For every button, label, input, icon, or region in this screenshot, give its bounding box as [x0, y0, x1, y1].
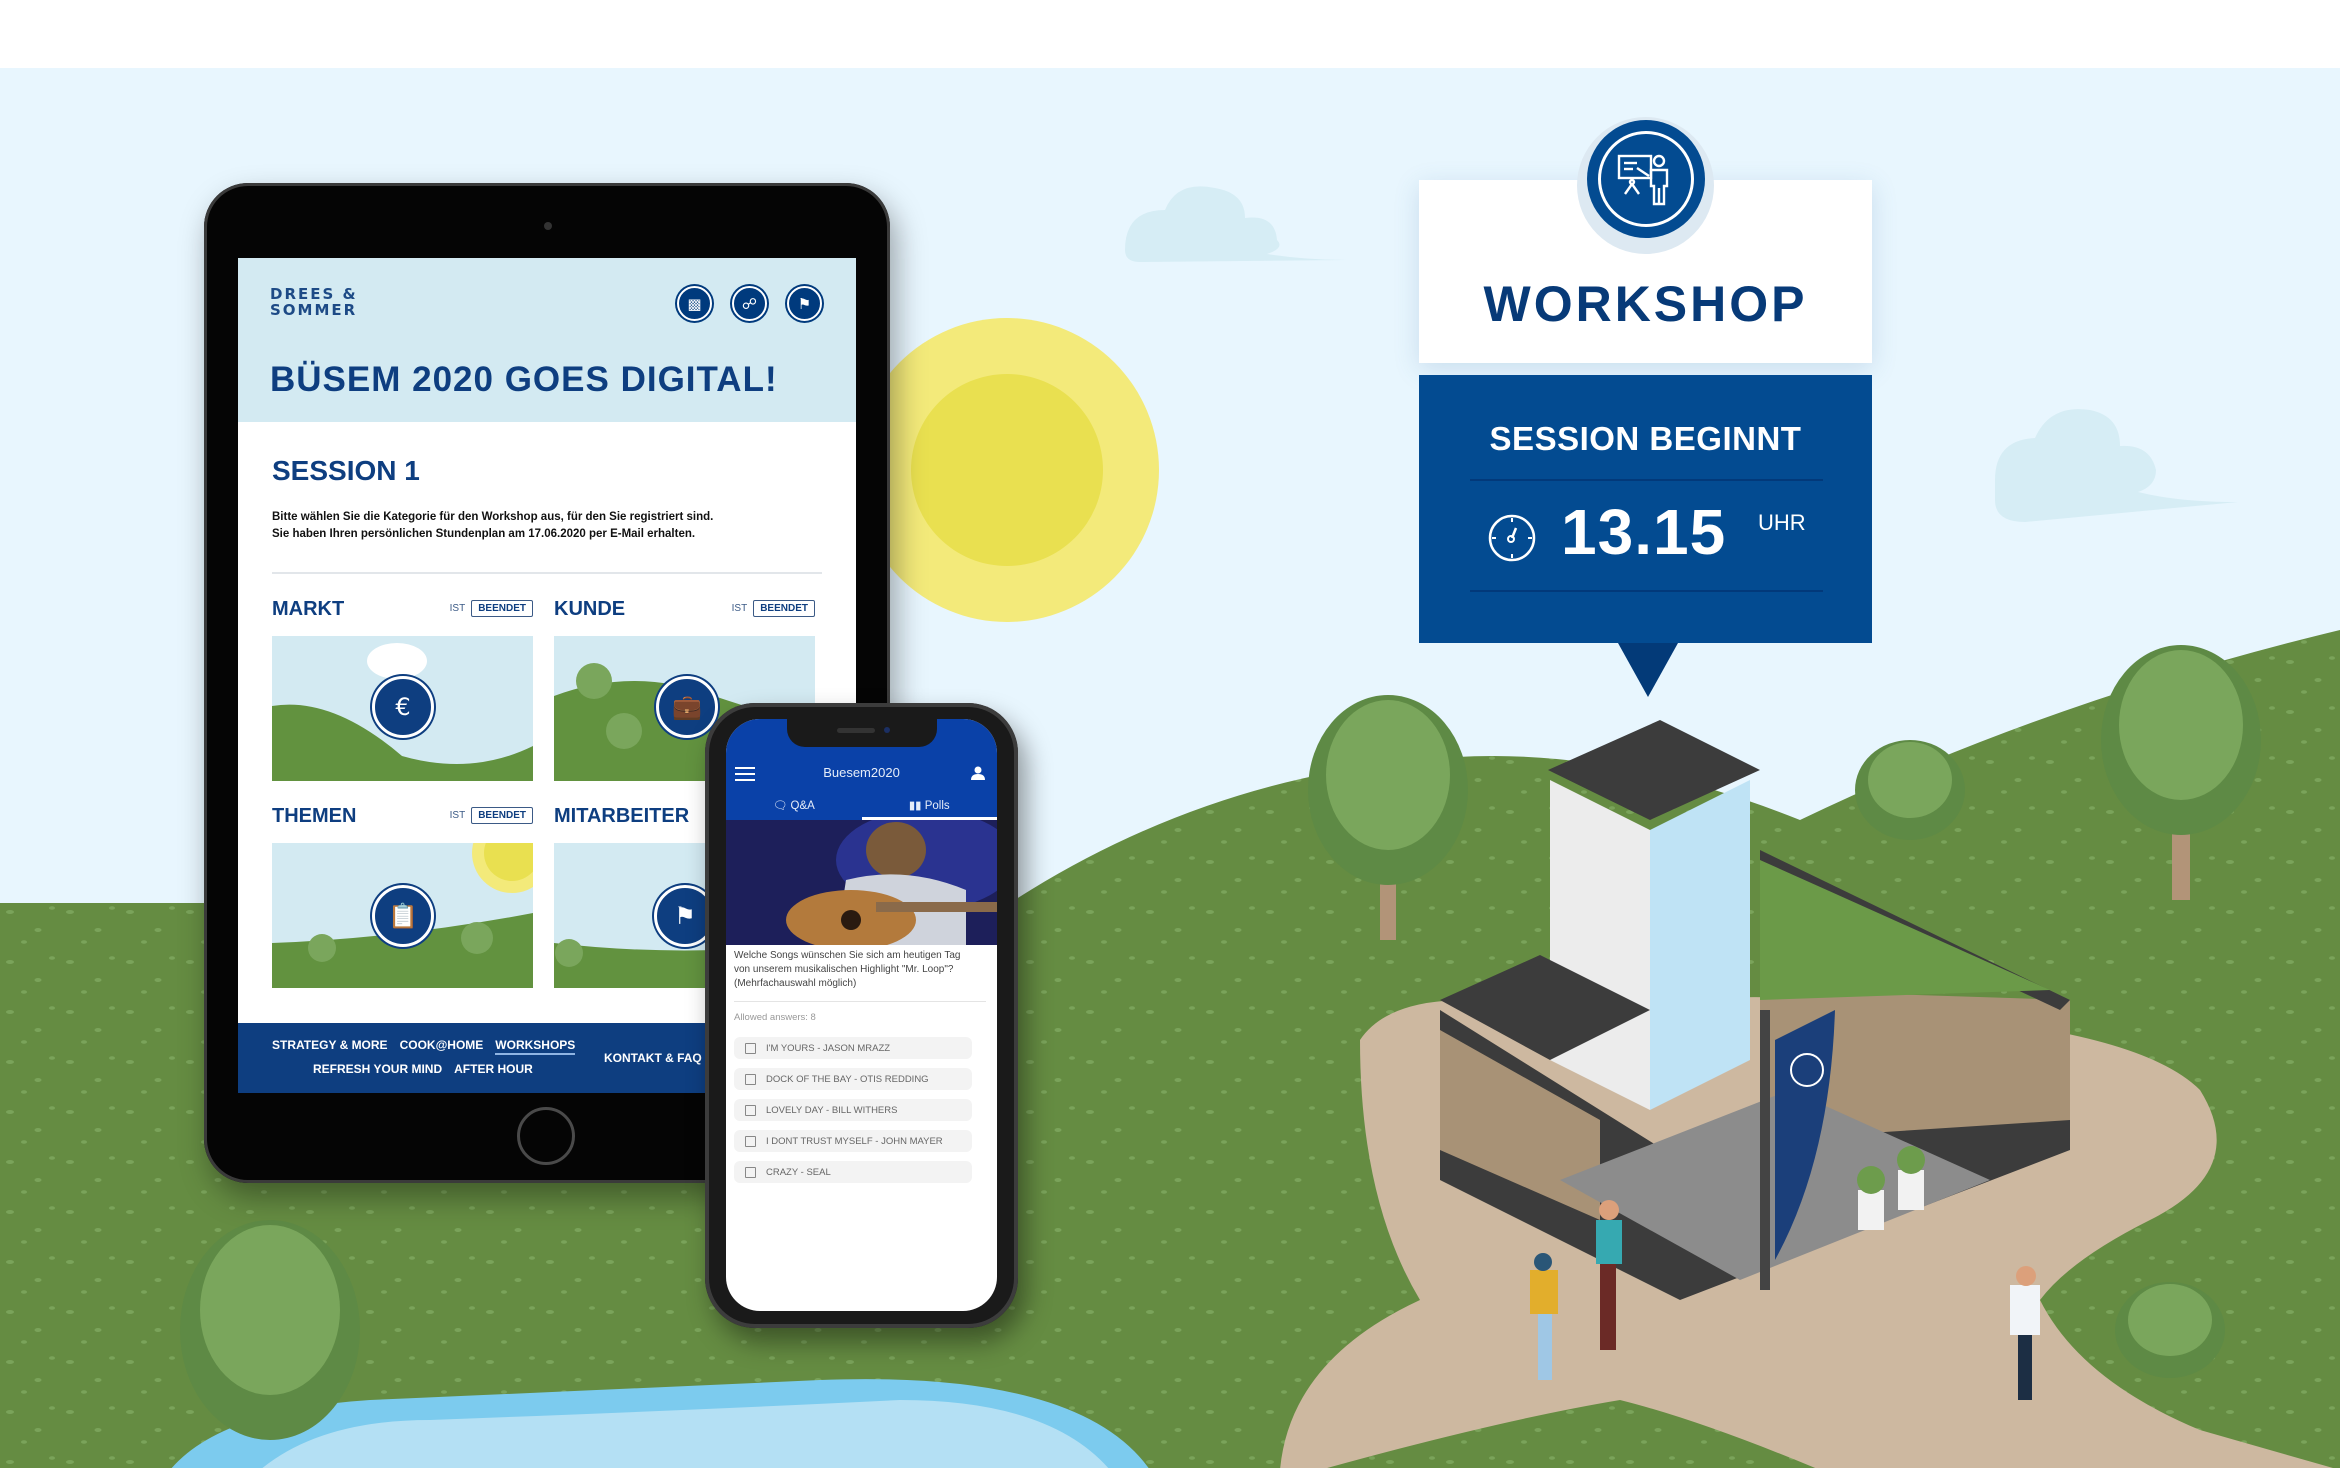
bush-right-mid — [1855, 740, 1965, 840]
tablet-camera — [544, 222, 552, 230]
category-label: MITARBEITER — [554, 805, 690, 827]
session-start-label: SESSION BEGINNT — [1489, 420, 1802, 457]
tab-qa[interactable]: 🗨 Q&A — [726, 793, 862, 820]
nav-cook-at-home[interactable]: COOK@HOME — [400, 1038, 484, 1055]
status-badge: IST BEENDET — [450, 807, 533, 824]
sign-pointer-arrow — [1618, 643, 1678, 697]
header-icon-group: ▩ ☍ ⚑ — [677, 286, 822, 321]
tree-left-bush — [180, 1220, 360, 1440]
cloud-right — [1995, 409, 2238, 522]
poll-option[interactable]: DOCK OF THE BAY - OTIS REDDING — [734, 1068, 972, 1090]
allowed-answers-label: Allowed answers: 8 — [734, 1012, 816, 1023]
customer-briefcase-icon: 💼 — [656, 676, 718, 738]
category-label: THEMEN — [272, 805, 357, 827]
session-start-panel: SESSION BEGINNT 13.15 UHR — [1419, 375, 1872, 643]
sun-inner — [911, 374, 1103, 566]
nav-kontakt-faq[interactable]: KONTAKT & FAQ — [604, 1051, 702, 1065]
page-title: BÜSEM 2020 GOES DIGITAL! — [270, 360, 778, 399]
clock-icon — [1488, 514, 1536, 562]
poll-options: I'M YOURS - JASON MRAZZ DOCK OF THE BAY … — [734, 1037, 972, 1192]
divider — [1470, 479, 1823, 481]
time-unit: UHR — [1758, 510, 1806, 535]
poll-question: Welche Songs wünschen Sie sich am heutig… — [734, 950, 961, 989]
checklist-pen-icon: 📋 — [372, 885, 434, 947]
chat-icon[interactable]: ▩ — [677, 286, 712, 321]
poll-option[interactable]: LOVELY DAY - BILL WITHERS — [734, 1099, 972, 1121]
concert-photo — [726, 820, 997, 945]
bar-chart-icon: ▮▮ — [908, 800, 922, 812]
checkbox[interactable] — [745, 1135, 756, 1147]
bush-right-low — [2115, 1282, 2225, 1378]
checkbox[interactable] — [745, 1073, 756, 1085]
poll-option[interactable]: I DONT TRUST MYSELF - JOHN MAYER — [734, 1130, 972, 1152]
checkbox[interactable] — [745, 1166, 756, 1178]
divider — [1470, 590, 1823, 592]
app-title: Buesem2020 — [823, 765, 900, 780]
category-card-markt[interactable]: MARKT IST BEENDET € — [272, 596, 533, 781]
phone-screen: Buesem2020 🗨 Q&A ▮▮ Polls Welche Songs w… — [726, 719, 997, 1311]
divider — [734, 1001, 986, 1002]
session-description: Bitte wählen Sie die Kategorie für den W… — [272, 511, 714, 540]
category-label: MARKT — [272, 598, 345, 620]
nav-strategy-more[interactable]: STRATEGY & MORE — [272, 1038, 388, 1055]
cloud-left — [1125, 186, 1347, 262]
divider — [272, 572, 822, 574]
app-tabs: 🗨 Q&A ▮▮ Polls — [726, 793, 997, 820]
session-start-time: 13.15 — [1561, 496, 1727, 568]
phone-notch — [787, 719, 937, 747]
checkbox[interactable] — [745, 1042, 756, 1054]
nav-refresh-your-mind[interactable]: REFRESH YOUR MIND — [313, 1062, 442, 1076]
chat-bubbles-icon: 🗨 — [772, 800, 788, 812]
category-card-kunde[interactable]: KUNDE IST BEENDET 💼 — [554, 596, 815, 781]
user-profile-icon[interactable] — [970, 765, 986, 781]
tablet-home-button[interactable] — [517, 1107, 575, 1165]
share-icon[interactable]: ☍ — [732, 286, 767, 321]
poll-option[interactable]: I'M YOURS - JASON MRAZZ — [734, 1037, 972, 1059]
presenter-whiteboard-icon — [1587, 120, 1705, 238]
euro-city-icon: € — [372, 676, 434, 738]
session-title: SESSION 1 — [272, 455, 420, 486]
workshop-title: WORKSHOP — [1483, 276, 1808, 332]
category-card-themen[interactable]: THEMEN IST BEENDET 📋 — [272, 803, 533, 988]
tab-polls[interactable]: ▮▮ Polls — [861, 793, 998, 820]
category-label: KUNDE — [554, 598, 626, 620]
checkbox[interactable] — [745, 1104, 756, 1116]
category-image: € — [272, 636, 533, 781]
footer-nav-row-2: REFRESH YOUR MIND AFTER HOUR — [313, 1062, 533, 1076]
footer-nav-row-1: STRATEGY & MORE COOK@HOME WORKSHOPS — [272, 1038, 576, 1055]
category-image: 📋 — [272, 843, 533, 988]
status-badge: IST BEENDET — [732, 600, 815, 617]
flag-icon[interactable]: ⚑ — [787, 286, 822, 321]
site-header: DREES & SOMMER ▩ ☍ ⚑ BÜSEM 2020 GOES DIG… — [238, 258, 856, 422]
nav-workshops[interactable]: WORKSHOPS — [495, 1038, 576, 1055]
drees-sommer-logo[interactable]: DREES & SOMMER — [270, 286, 358, 318]
phone-device: Buesem2020 🗨 Q&A ▮▮ Polls Welche Songs w… — [705, 703, 1018, 1328]
poll-option[interactable]: CRAZY - SEAL — [734, 1161, 972, 1183]
status-badge: IST BEENDET — [450, 600, 533, 617]
nav-after-hour[interactable]: AFTER HOUR — [454, 1062, 533, 1076]
